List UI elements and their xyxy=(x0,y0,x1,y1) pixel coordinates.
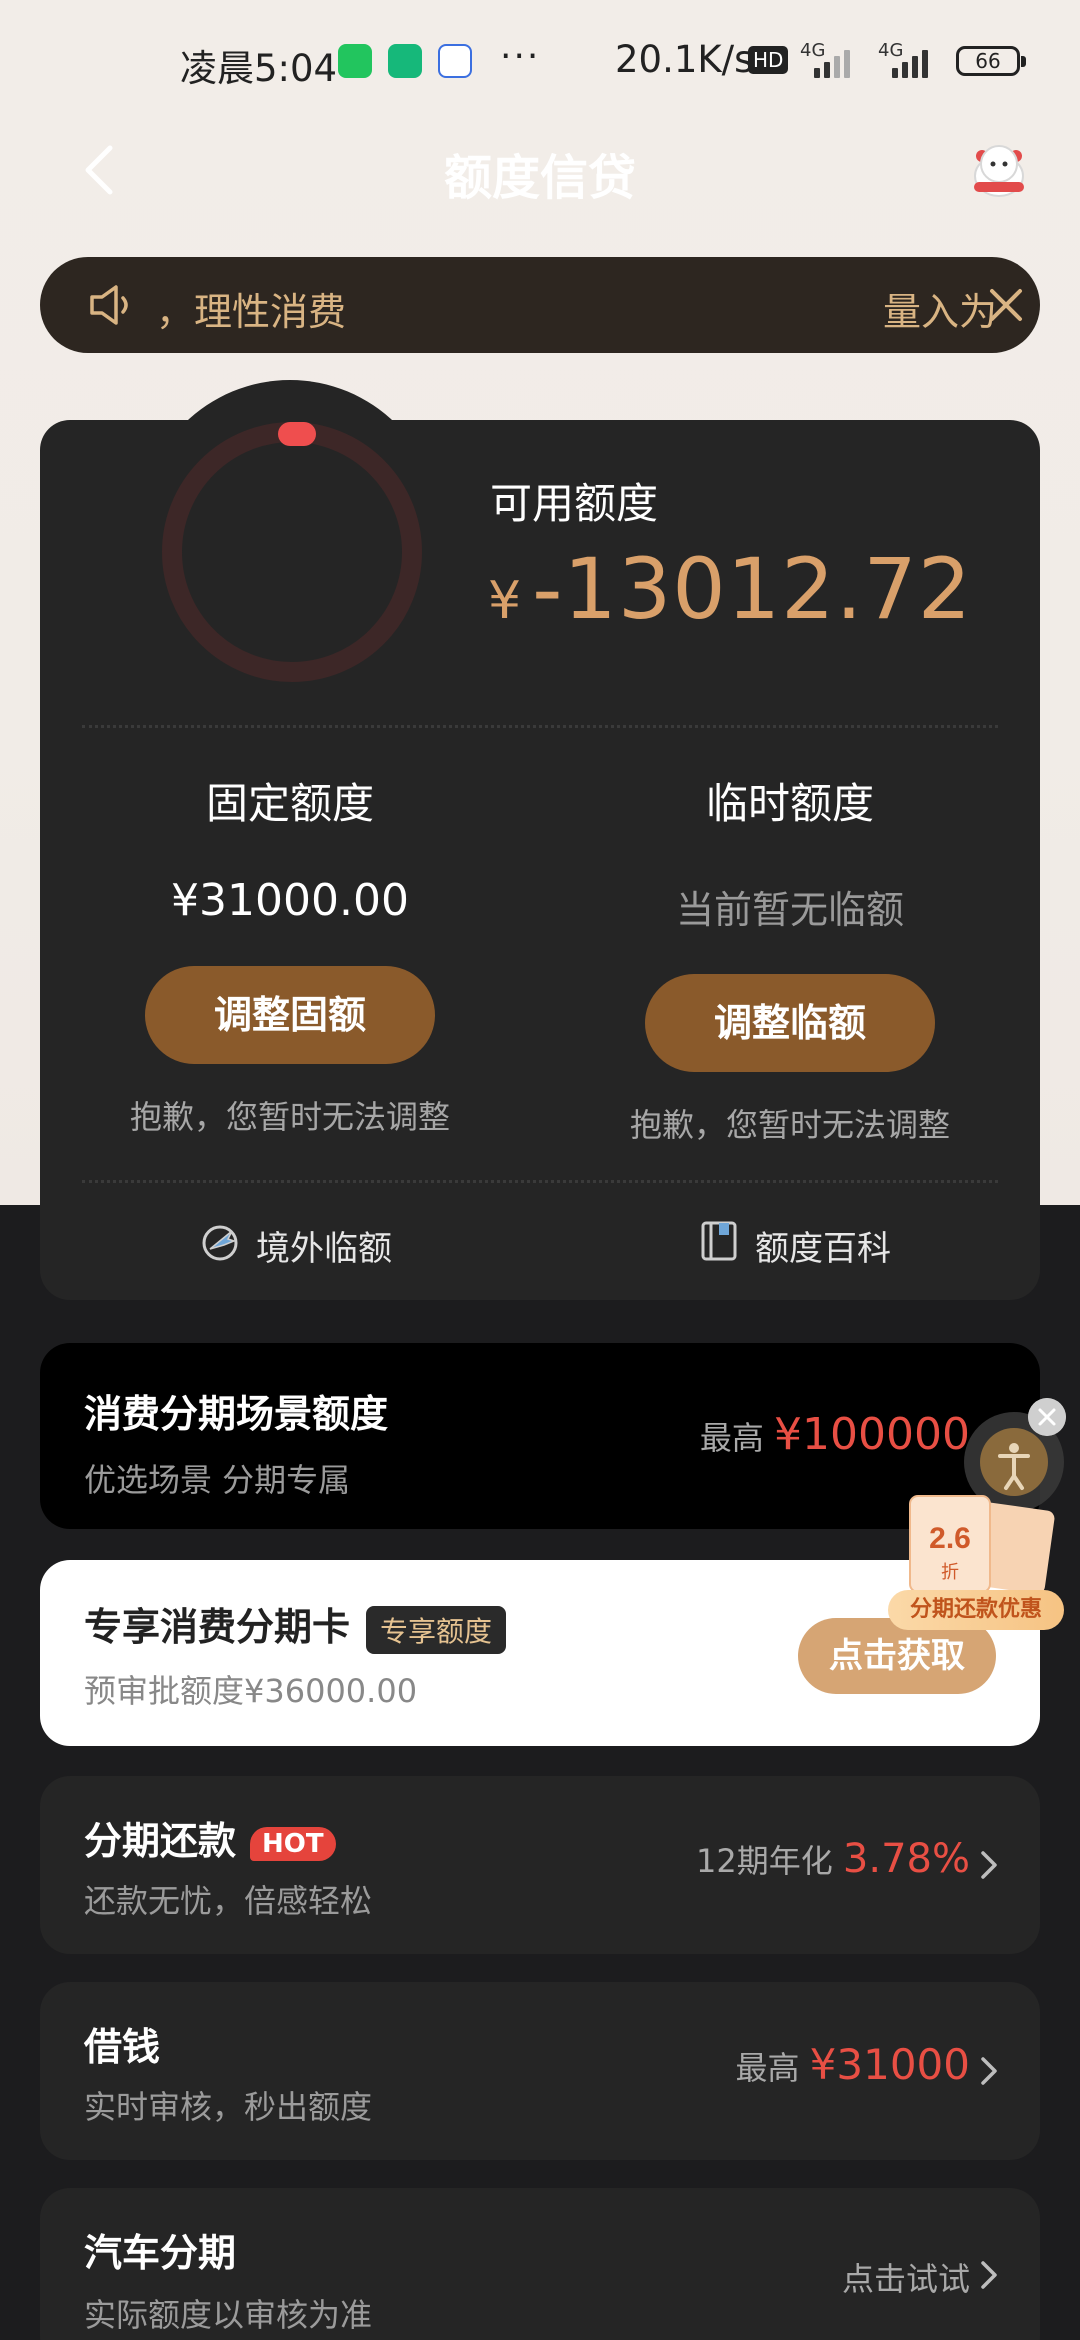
chevron-right-icon xyxy=(981,2261,997,2289)
battery-level: 66 xyxy=(975,49,1001,73)
installment-scene-max: 最高 ¥100000 xyxy=(700,1409,970,1460)
notice-banner[interactable]: ，理性消费 量入为 xyxy=(40,257,1040,353)
installment-repay-subtitle: 还款无忧，倍感轻松 xyxy=(84,1882,373,1920)
temp-credit-section: 临时额度 当前暂无临额 调整临额 抱歉，您暂时无法调整 xyxy=(580,770,1000,1146)
battery-icon: 66 xyxy=(956,46,1026,76)
promo-label[interactable]: 分期还款优惠 xyxy=(888,1590,1064,1630)
exclusive-card-title: 专享消费分期卡 xyxy=(84,1605,351,1649)
installment-scene-title: 消费分期场景额度 xyxy=(84,1392,389,1436)
fixed-credit-title: 固定额度 xyxy=(205,779,374,828)
temp-credit-note: 抱歉，您暂时无法调整 xyxy=(629,1106,950,1144)
nav-bar: 额度信贷 xyxy=(0,120,1080,220)
credit-wiki-label: 额度百科 xyxy=(755,1229,891,1269)
mascot-icon[interactable] xyxy=(966,138,1032,204)
car-installment-card[interactable]: 汽车分期 实际额度以审核为准 点击试试 xyxy=(40,2188,1040,2340)
temp-credit-title: 临时额度 xyxy=(705,779,874,828)
signal-icon-2: 4G xyxy=(878,40,938,78)
notice-text-tail: 量入为 xyxy=(883,290,998,334)
adjust-fixed-button[interactable]: 调整固额 xyxy=(145,966,435,1064)
car-installment-title: 汽车分期 xyxy=(84,2231,237,2275)
exclusive-badge: 专享额度 xyxy=(366,1605,507,1654)
borrow-max-prefix: 最高 xyxy=(735,2049,800,2087)
exclusive-card-subtitle: 预审批额度¥36000.00 xyxy=(84,1672,418,1710)
fixed-credit-value: ¥31000.00 xyxy=(171,875,409,926)
credit-usage-ring xyxy=(162,422,422,682)
max-value: ¥100000 xyxy=(774,1409,970,1460)
car-installment-subtitle: 实际额度以审核为准 xyxy=(84,2296,373,2334)
more-notifications-icon: ··· xyxy=(500,36,541,77)
promo-unit: 折 xyxy=(941,1562,959,1583)
adjust-temp-button[interactable]: 调整临额 xyxy=(645,974,935,1072)
chevron-right-icon xyxy=(981,1851,997,1879)
notice-text: ，理性消费 xyxy=(156,290,347,334)
installment-scene-subtitle: 优选场景 分期专属 xyxy=(84,1461,351,1499)
network-speed: 20.1K/s xyxy=(615,38,754,81)
rate-value: 3.78% xyxy=(842,1836,970,1882)
fixed-credit-section: 固定额度 ¥31000.00 调整固额 抱歉，您暂时无法调整 xyxy=(80,770,500,1138)
chevron-right-icon xyxy=(981,2057,997,2085)
exclusive-card-title-row: 专享消费分期卡 专享额度 xyxy=(84,1596,507,1654)
hot-badge: HOT xyxy=(250,1826,336,1861)
float-close-icon[interactable] xyxy=(1028,1398,1066,1436)
currency-symbol: ¥ xyxy=(488,571,523,631)
installment-repay-title-row: 分期还款 HOT xyxy=(84,1810,336,1865)
rate-prefix: 12期年化 xyxy=(696,1842,833,1880)
installment-repay-card[interactable]: 分期还款 HOT 还款无忧，倍感轻松 12期年化 3.78% xyxy=(40,1776,1040,1954)
divider xyxy=(82,725,998,728)
available-credit-amount: ¥ -13012.72 xyxy=(488,540,972,638)
installment-repay-rate: 12期年化 3.78% xyxy=(696,1836,970,1882)
installment-repay-title: 分期还款 xyxy=(84,1819,237,1863)
wechat-icon xyxy=(338,44,372,78)
max-prefix: 最高 xyxy=(699,1419,764,1457)
speaker-icon xyxy=(90,285,128,325)
status-bar: 凌晨5:04 ··· 20.1K/s HD 4G 4G 66 xyxy=(0,0,1080,120)
signal-icon: 4G xyxy=(800,40,860,78)
borrow-title: 借钱 xyxy=(84,2025,161,2069)
temp-credit-value: 当前暂无临额 xyxy=(675,888,904,932)
signal-label-2: 4G xyxy=(878,40,904,61)
security-shield-icon xyxy=(388,44,422,78)
book-icon xyxy=(701,1221,737,1261)
credit-wiki-link[interactable]: 额度百科 xyxy=(697,1215,917,1275)
plane-globe-icon xyxy=(202,1225,238,1261)
borrow-card[interactable]: 借钱 实时审核，秒出额度 最高 ¥31000 xyxy=(40,1982,1040,2160)
available-credit-label: 可用额度 xyxy=(490,479,659,528)
available-credit-value: -13012.72 xyxy=(532,540,973,638)
overseas-credit-label: 境外临额 xyxy=(256,1229,392,1269)
close-icon[interactable] xyxy=(984,283,1028,327)
divider xyxy=(82,1180,998,1183)
borrow-max-value: ¥31000 xyxy=(809,2040,970,2089)
baidu-icon xyxy=(438,44,472,78)
car-installment-action: 点击试试 xyxy=(841,2260,970,2298)
status-time: 凌晨5:04 xyxy=(180,47,338,90)
borrow-max: 最高 ¥31000 xyxy=(735,2040,970,2089)
borrow-subtitle: 实时审核，秒出额度 xyxy=(84,2088,373,2126)
overseas-credit-link[interactable]: 境外临额 xyxy=(198,1215,418,1275)
signal-label: 4G xyxy=(800,40,826,61)
promo-discount: 2.6 xyxy=(929,1522,971,1555)
page-title: 额度信贷 xyxy=(443,150,636,206)
fixed-credit-note: 抱歉，您暂时无法调整 xyxy=(129,1098,450,1136)
hd-voice-icon: HD xyxy=(748,46,789,74)
